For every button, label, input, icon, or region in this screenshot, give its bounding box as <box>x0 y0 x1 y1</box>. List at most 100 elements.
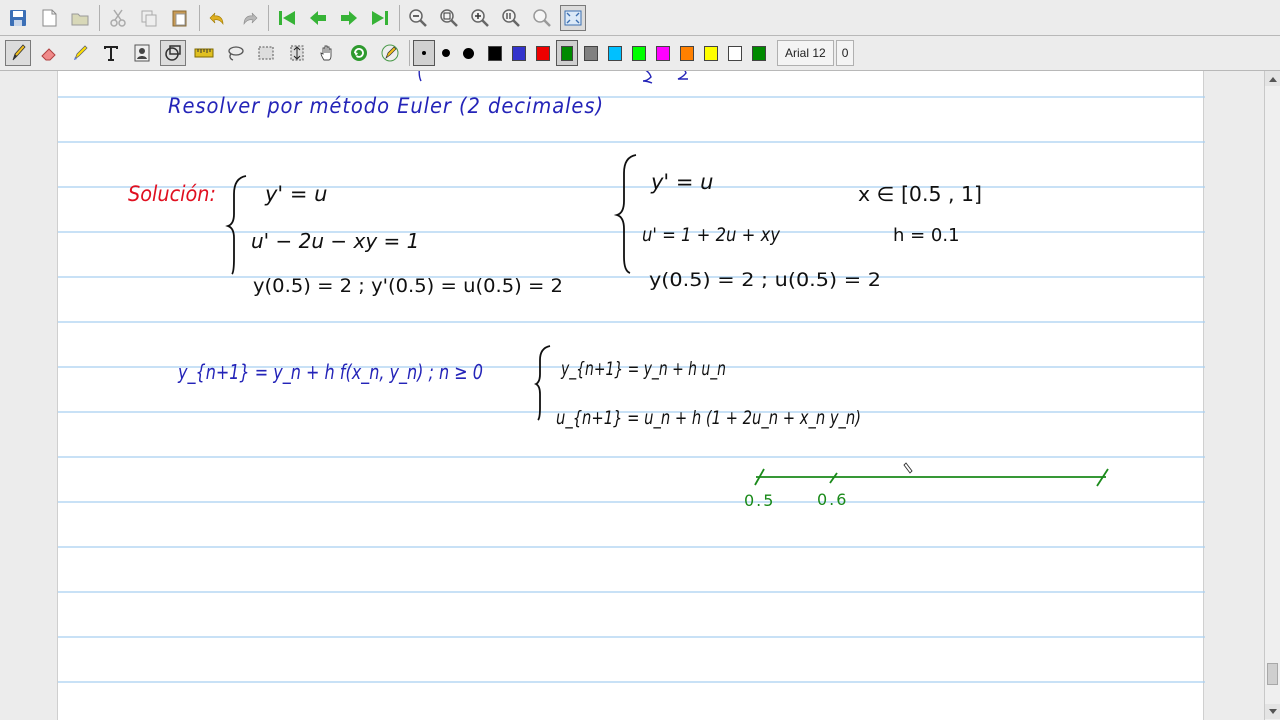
system-2-initial-conditions: y(0.5) = 2 ; u(0.5) = 2 <box>649 269 881 291</box>
chevron-down-icon <box>1268 708 1277 714</box>
color-red-button[interactable] <box>532 40 554 66</box>
color-swatch <box>488 45 502 61</box>
cut-icon[interactable] <box>105 5 131 31</box>
color-black-button[interactable] <box>484 40 506 66</box>
copy-icon[interactable] <box>136 5 162 31</box>
zoom-out-icon[interactable] <box>405 5 431 31</box>
toolbar-separator <box>268 4 269 31</box>
redo-icon[interactable] <box>236 5 262 31</box>
euler-u-update: u_{n+1} = u_n + h (1 + 2u_n + x_n y_n) <box>556 407 861 429</box>
step-size-text: h = 0.1 <box>893 225 960 246</box>
last-page-icon[interactable] <box>367 5 393 31</box>
system-3-brace <box>533 345 551 421</box>
previous-page-icon[interactable] <box>305 5 331 31</box>
color-yellow-button[interactable] <box>700 40 722 66</box>
undo-icon[interactable] <box>205 5 231 31</box>
thickness-thick-icon <box>462 47 474 59</box>
zoom-in-icon[interactable] <box>467 5 493 31</box>
pen-icon[interactable] <box>5 40 31 66</box>
fullscreen-icon[interactable] <box>560 4 586 31</box>
font-size-field[interactable]: 0 <box>835 40 855 66</box>
color-swatch <box>561 45 573 61</box>
first-page-icon[interactable] <box>274 5 300 31</box>
system-1-equation-1: y' = u <box>264 182 327 206</box>
shape-recognizer-icon[interactable] <box>160 40 186 66</box>
scrollbar-thumb[interactable] <box>1267 663 1278 685</box>
color-swatch <box>536 45 550 61</box>
system-2-equation-2: u' = 1 + 2u + xy <box>642 224 781 246</box>
color-blue-button[interactable] <box>508 40 530 66</box>
image-tool-icon[interactable] <box>129 40 155 66</box>
open-folder-icon[interactable] <box>67 5 93 31</box>
axis-label-0-6: 0.6 <box>817 490 848 509</box>
thickness-fine-button[interactable] <box>413 40 435 66</box>
color-swatch <box>632 45 646 61</box>
thickness-medium-icon <box>442 49 450 57</box>
thickness-thick-button[interactable] <box>457 40 479 66</box>
color-palette <box>483 40 771 66</box>
highlighter-icon[interactable] <box>67 40 93 66</box>
axis-label-0-5: 0.5 <box>744 491 775 510</box>
lasso-select-icon[interactable] <box>222 40 248 66</box>
rectangle-select-icon[interactable] <box>253 40 279 66</box>
color-swatch <box>728 45 742 61</box>
interval-text: x ∈ [0.5 , 1] <box>858 182 982 206</box>
notebook-page[interactable]: Resolver por método Euler (2 decimales) … <box>57 71 1205 720</box>
system-1-equation-2: u' − 2u − xy = 1 <box>251 229 419 253</box>
zoom-fit-icon[interactable] <box>436 5 462 31</box>
system-2-equation-1: y' = u <box>650 170 713 194</box>
zoom-100-icon[interactable] <box>498 5 524 31</box>
color-swatch <box>584 45 598 61</box>
zoom-custom-icon[interactable] <box>529 5 555 31</box>
instruction-text: Resolver por método Euler (2 decimales) <box>168 94 604 118</box>
paste-icon[interactable] <box>167 5 193 31</box>
thickness-fine-icon <box>422 51 426 55</box>
thickness-medium-button[interactable] <box>435 40 457 66</box>
color-light-blue-button[interactable] <box>604 40 626 66</box>
solution-label: Solución: <box>128 182 216 206</box>
tools-toolbar: Arial 12 0 <box>0 36 1280 71</box>
pen-settings-icon[interactable] <box>377 40 403 66</box>
euler-formula: y_{n+1} = y_n + h f(x_n, y_n) ; n ≥ 0 <box>177 360 483 384</box>
next-page-icon[interactable] <box>336 5 362 31</box>
system-1-initial-conditions: y(0.5) = 2 ; y'(0.5) = u(0.5) = 2 <box>253 275 563 297</box>
toolbar-separator <box>99 4 100 31</box>
vertical-scrollbar[interactable] <box>1264 71 1280 720</box>
tick-0-6 <box>829 472 838 484</box>
color-swatch <box>752 45 766 61</box>
color-swatch <box>608 45 622 61</box>
color-green-button[interactable] <box>556 40 578 66</box>
default-pen-icon[interactable] <box>346 40 372 66</box>
color-swatch <box>680 45 694 61</box>
color-swatch <box>512 45 526 61</box>
scroll-down-button[interactable] <box>1265 704 1280 719</box>
vertical-space-icon[interactable] <box>284 40 310 66</box>
chevron-up-icon <box>1268 76 1277 82</box>
eraser-icon[interactable] <box>36 40 62 66</box>
cut-off-previous-line <box>418 71 688 84</box>
color-orange-button[interactable] <box>676 40 698 66</box>
handwriting-layer: Resolver por método Euler (2 decimales) … <box>128 71 1109 510</box>
color-swatch <box>656 45 670 61</box>
color-gray-button[interactable] <box>580 40 602 66</box>
toolbar-separator <box>199 4 200 31</box>
system-1-brace <box>225 175 247 275</box>
new-page-icon[interactable] <box>36 5 62 31</box>
color-custom-green-button[interactable] <box>748 40 770 66</box>
ruler-icon[interactable] <box>191 40 217 66</box>
color-white-button[interactable] <box>724 40 746 66</box>
color-magenta-button[interactable] <box>652 40 674 66</box>
main-toolbar <box>0 0 1280 36</box>
text-tool-icon[interactable] <box>98 40 124 66</box>
color-swatch <box>704 45 718 61</box>
number-line <box>754 468 1109 487</box>
system-2-brace <box>613 154 637 274</box>
save-icon[interactable] <box>5 5 31 31</box>
hand-tool-icon[interactable] <box>315 40 341 66</box>
toolbar-separator <box>399 4 400 31</box>
scroll-up-button[interactable] <box>1265 71 1280 86</box>
euler-y-update: y_{n+1} = y_n + h u_n <box>560 358 726 380</box>
color-light-green-button[interactable] <box>628 40 650 66</box>
font-button[interactable]: Arial 12 <box>777 40 834 66</box>
pen-cursor-icon <box>903 462 913 474</box>
